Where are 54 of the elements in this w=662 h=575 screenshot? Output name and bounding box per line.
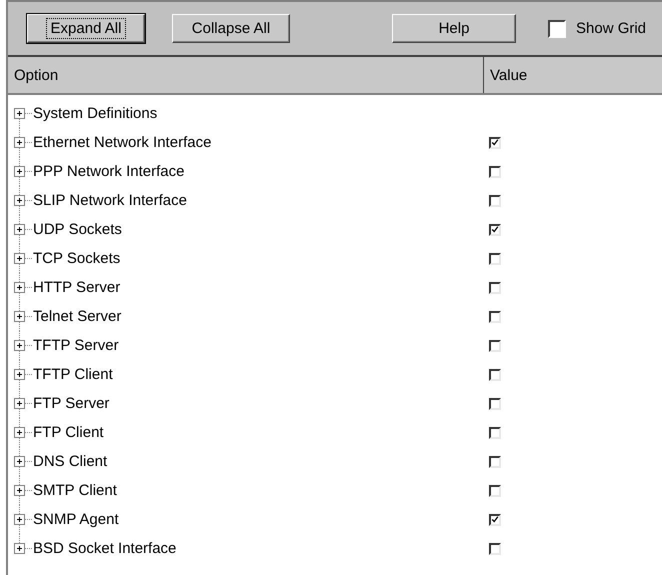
expand-icon[interactable] <box>14 224 25 235</box>
tree-item[interactable]: Ethernet Network Interface <box>32 134 212 151</box>
expand-icon[interactable] <box>14 311 25 322</box>
tree-item[interactable]: Telnet Server <box>32 308 122 325</box>
checkbox[interactable] <box>489 398 501 410</box>
tree-item[interactable]: TFTP Server <box>32 337 119 354</box>
tree-item[interactable]: SNMP Agent <box>32 511 119 528</box>
tree-item[interactable]: SLIP Network Interface <box>32 192 187 209</box>
tree-item[interactable]: TCP Sockets <box>32 250 120 267</box>
checkbox[interactable] <box>489 514 501 526</box>
toolbar-button[interactable]: Help <box>392 14 516 43</box>
expand-icon[interactable] <box>14 369 25 380</box>
checkbox[interactable] <box>489 194 501 206</box>
checkbox[interactable] <box>489 310 501 322</box>
checkbox[interactable] <box>489 340 501 352</box>
tree-item[interactable]: BSD Socket Interface <box>32 540 176 557</box>
column-header[interactable]: Option <box>8 57 484 93</box>
expand-icon[interactable] <box>14 398 25 409</box>
expand-icon[interactable] <box>14 253 25 264</box>
expand-icon[interactable] <box>14 195 25 206</box>
expand-icon[interactable] <box>14 543 25 554</box>
tree-item[interactable]: UDP Sockets <box>32 221 122 238</box>
expand-icon[interactable] <box>14 427 25 438</box>
tree-item[interactable]: PPP Network Interface <box>32 163 184 180</box>
column-header[interactable]: Value <box>484 57 662 93</box>
expand-icon[interactable] <box>14 166 25 177</box>
checkbox[interactable] <box>489 252 501 264</box>
tree-item[interactable]: DNS Client <box>32 453 108 470</box>
tree-item[interactable]: HTTP Server <box>32 279 120 296</box>
expand-icon[interactable] <box>14 137 25 148</box>
checkbox[interactable] <box>489 282 501 294</box>
show-grid-label: Show Grid <box>576 20 646 37</box>
checkbox[interactable] <box>489 484 501 496</box>
checkbox[interactable] <box>489 542 501 554</box>
checkbox[interactable] <box>489 166 501 178</box>
tree-item[interactable]: System Definitions <box>32 105 158 122</box>
toolbar-button[interactable]: Expand All <box>27 14 145 43</box>
expand-icon[interactable] <box>14 485 25 496</box>
checkbox[interactable] <box>489 426 501 438</box>
checkbox[interactable] <box>489 456 501 468</box>
checkbox[interactable] <box>489 368 501 380</box>
checkbox[interactable] <box>548 20 566 38</box>
checkbox[interactable] <box>489 224 501 236</box>
tree-item[interactable]: TFTP Client <box>32 366 113 383</box>
tree-item[interactable]: FTP Client <box>32 424 104 441</box>
expand-icon[interactable] <box>14 340 25 351</box>
toolbar-button[interactable]: Collapse All <box>172 14 290 43</box>
expand-icon[interactable] <box>14 514 25 525</box>
checkbox[interactable] <box>489 136 501 148</box>
tree-item[interactable]: SMTP Client <box>32 482 117 499</box>
tree-item[interactable]: FTP Server <box>32 395 110 412</box>
expand-icon[interactable] <box>14 456 25 467</box>
expand-icon[interactable] <box>14 108 25 119</box>
expand-icon[interactable] <box>14 282 25 293</box>
